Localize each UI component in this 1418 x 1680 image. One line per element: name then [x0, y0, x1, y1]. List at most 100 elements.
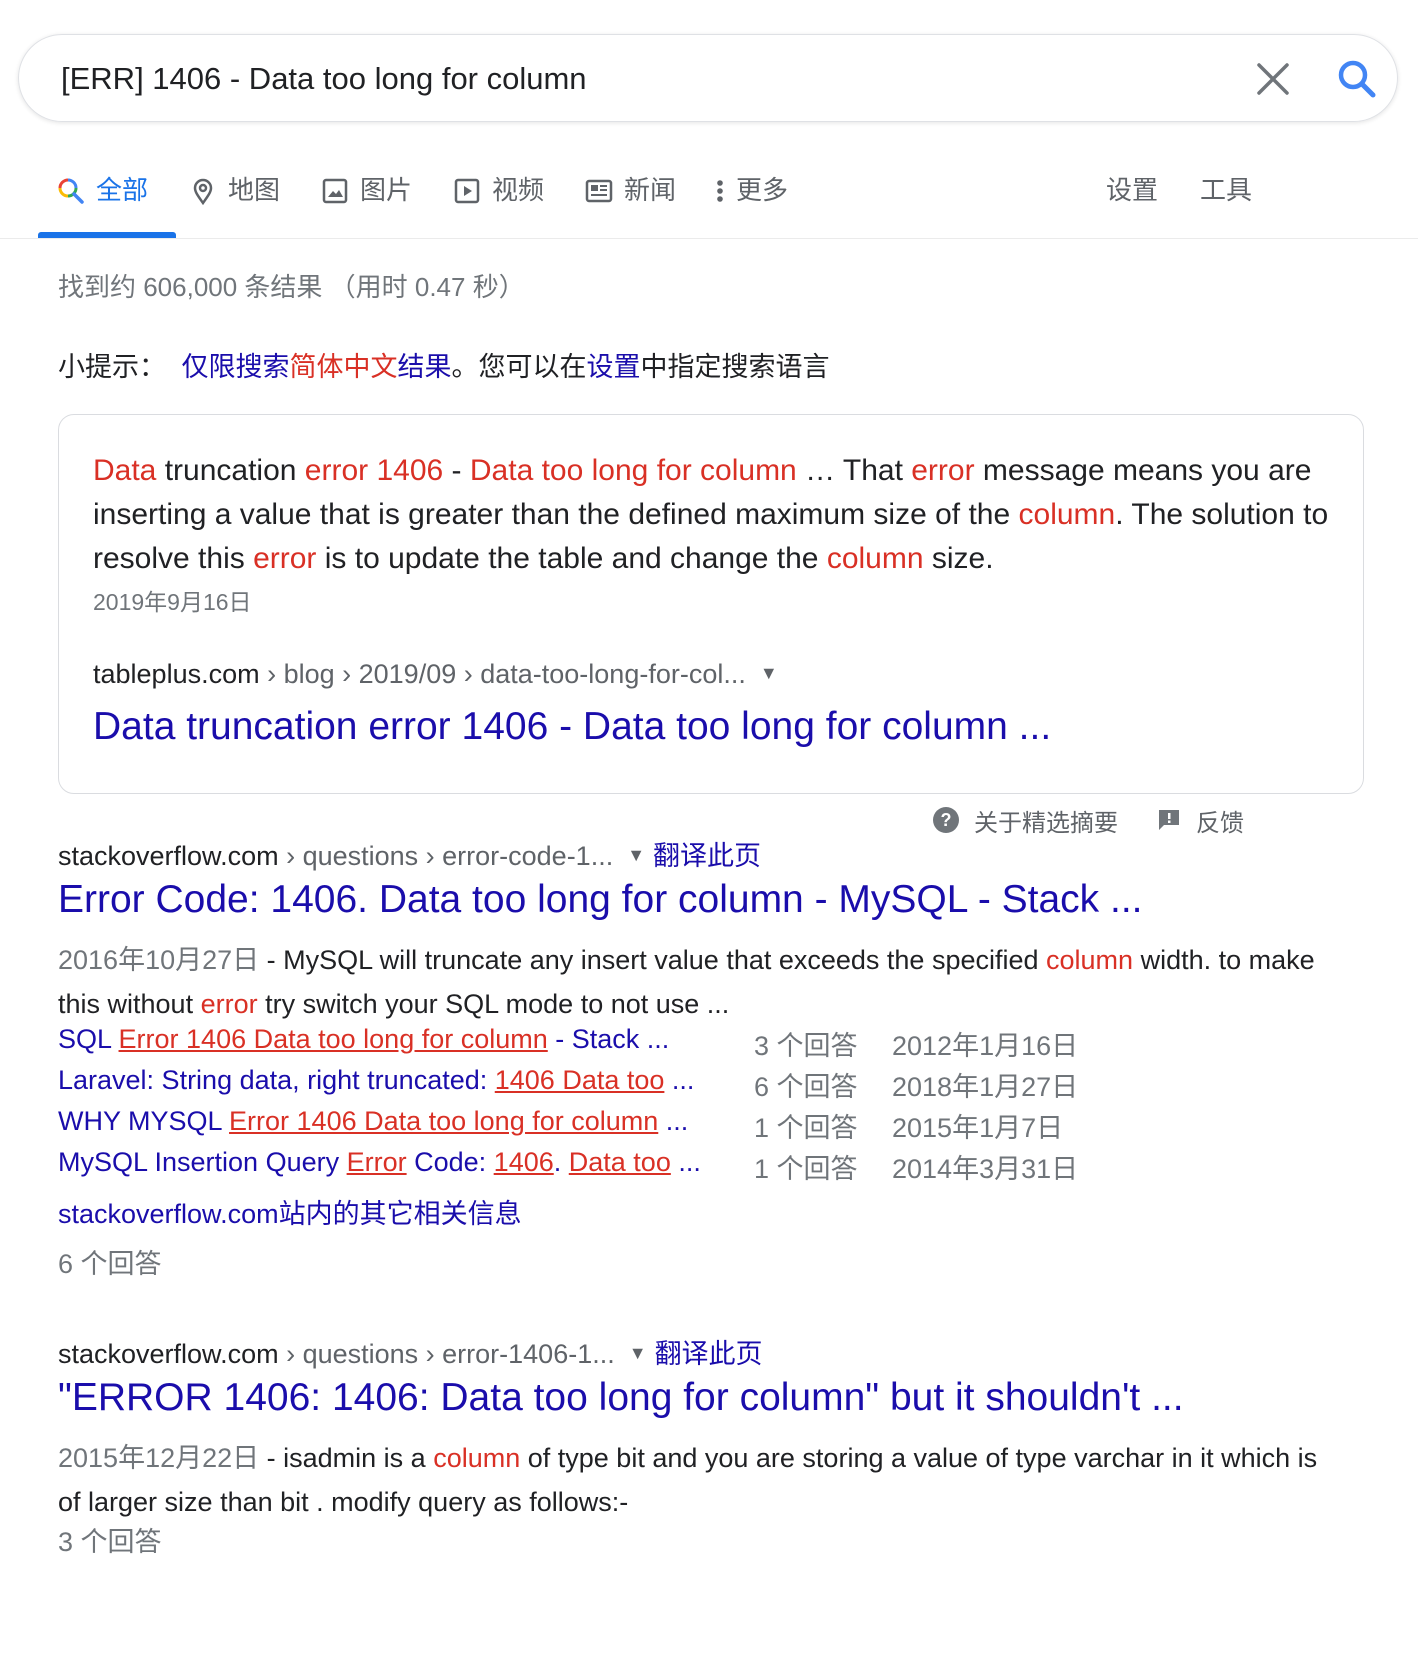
snippet-text: size. — [923, 542, 994, 575]
link-text: 结果 — [397, 352, 452, 382]
featured-snippet-text: Data truncation error 1406 - Data too lo… — [93, 449, 1343, 581]
snippet-text: is to update the table and change the — [316, 542, 827, 575]
sitelink-answer-count: 1 个回答 — [754, 1113, 858, 1143]
feedback-button[interactable]: 反馈 — [1156, 800, 1244, 840]
language-name: 简体中文 — [289, 352, 398, 382]
url-path: › blog › 2019/09 › data-too-long-for-col… — [259, 659, 746, 689]
sitelink-answer-count: 6 个回答 — [754, 1072, 858, 1102]
sitelink-text: WHY MYSQL — [58, 1106, 230, 1136]
tab-label: 全部 — [96, 175, 149, 205]
caret-down-icon[interactable]: ▼ — [627, 845, 645, 865]
sitelink-date: 2012年1月16日 — [892, 1031, 1079, 1061]
search-icon — [1338, 60, 1376, 98]
tip-text: 。您可以在 — [451, 352, 587, 382]
settings-button[interactable]: 设置 — [1106, 170, 1158, 238]
svg-text:?: ? — [941, 810, 952, 830]
url-path: › questions › error-1406-1... — [278, 1339, 615, 1369]
highlighted-term: column — [826, 542, 924, 575]
tab-images[interactable]: 图片 — [320, 170, 412, 238]
featured-snippet: Data truncation error 1406 - Data too lo… — [58, 414, 1364, 794]
highlighted-term: error — [911, 454, 975, 487]
result-stats: 找到约 606,000 条结果 （用时 0.47 秒） — [58, 272, 525, 302]
result-snippet: 2015年12月22日 - isadmin is a column of typ… — [58, 1436, 1318, 1524]
highlighted-term: error — [253, 542, 317, 575]
more-from-site-link[interactable]: stackoverflow.com站内的其它相关信息 — [58, 1192, 522, 1231]
snippet-text: - MySQL will truncate any insert value t… — [259, 945, 1047, 975]
tab-more[interactable]: 更多 — [712, 170, 788, 238]
sitelink[interactable]: SQL Error 1406 Data too long for column … — [58, 1024, 669, 1055]
highlighted-term: error — [200, 989, 258, 1019]
search-input[interactable] — [59, 55, 1213, 103]
search-multicolor-icon — [58, 178, 84, 204]
sitelink-text: ... — [670, 1147, 701, 1177]
restrict-language-link[interactable]: 仅限搜索简体中文结果 — [182, 352, 452, 382]
result-snippet: 2016年10月27日 - MySQL will truncate any in… — [58, 938, 1318, 1026]
video-play-icon — [454, 178, 480, 204]
snippet-text: try switch your SQL mode to not use ... — [257, 989, 730, 1019]
sitelink-date: 2018年1月27日 — [892, 1072, 1079, 1102]
sitelink-text: . — [553, 1147, 569, 1177]
tab-maps[interactable]: 地图 — [188, 170, 280, 238]
sitelink-text: Code: — [406, 1147, 494, 1177]
url-path: › questions › error-code-1... — [278, 841, 614, 871]
link-text: 仅限搜索 — [181, 352, 290, 382]
sitelink-text: Laravel: String data, right truncated: — [58, 1065, 495, 1095]
tip-text: 中指定搜索语言 — [640, 352, 830, 382]
tab-all[interactable]: 全部 — [56, 170, 148, 238]
close-icon — [1257, 63, 1289, 95]
result-date: 2016年10月27日 — [58, 945, 260, 975]
result-title[interactable]: Error Code: 1406. Data too long for colu… — [58, 878, 1143, 922]
highlighted-term: Error 1406 Data too long for column — [118, 1024, 548, 1054]
snippet-text: - — [443, 454, 470, 487]
about-featured-snippets[interactable]: ? 关于精选摘要 — [932, 800, 1118, 840]
tab-label: 地图 — [228, 175, 281, 205]
tab-news[interactable]: 新闻 — [584, 170, 676, 238]
caret-down-icon[interactable]: ▼ — [760, 663, 778, 683]
sitelink-text: ... — [658, 1106, 689, 1136]
sitelink[interactable]: Laravel: String data, right truncated: 1… — [58, 1065, 694, 1096]
search-button[interactable] — [1333, 55, 1381, 103]
tools-label: 工具 — [1200, 175, 1253, 205]
clear-button[interactable] — [1251, 57, 1295, 101]
settings-label: 设置 — [1106, 175, 1159, 205]
about-label: 关于精选摘要 — [974, 809, 1118, 837]
help-icon: ? — [933, 807, 959, 833]
tab-label: 新闻 — [624, 175, 677, 205]
answer-count: 3 个回答 — [58, 1527, 162, 1557]
tab-label: 图片 — [360, 175, 413, 205]
search-box — [18, 34, 1398, 122]
highlighted-term: column — [1018, 498, 1116, 531]
translate-link[interactable]: 翻译此页 — [655, 1339, 763, 1369]
sitelink-text: SQL — [58, 1024, 119, 1054]
language-tip: 小提示： 仅限搜索简体中文结果。您可以在设置中指定搜索语言 — [58, 345, 830, 384]
site-name: tableplus.com — [93, 659, 260, 689]
sitelink-answer-count: 1 个回答 — [754, 1154, 858, 1184]
sitelink-date: 2015年1月7日 — [892, 1113, 1064, 1143]
sitelink-text: MySQL Insertion Query — [58, 1147, 347, 1177]
sitelink-text: - Stack ... — [547, 1024, 670, 1054]
result-breadcrumb: tableplus.com › blog › 2019/09 › data-to… — [93, 659, 778, 690]
result-title[interactable]: "ERROR 1406: 1406: Data too long for col… — [58, 1376, 1184, 1420]
sitelink[interactable]: MySQL Insertion Query Error Code: 1406. … — [58, 1147, 701, 1178]
search-tabs: 全部 地图 图片 视频 新闻 更多 设置 工具 — [0, 170, 1418, 238]
divider — [0, 238, 1418, 239]
sitelink-text: ... — [664, 1065, 695, 1095]
result-breadcrumb: stackoverflow.com › questions › error-co… — [58, 834, 761, 873]
tools-button[interactable]: 工具 — [1200, 170, 1252, 238]
featured-result-title[interactable]: Data truncation error 1406 - Data too lo… — [93, 705, 1051, 749]
featured-snippet-date: 2019年9月16日 — [93, 589, 252, 615]
caret-down-icon[interactable]: ▼ — [629, 1343, 647, 1363]
snippet-text: - isadmin is a — [259, 1443, 434, 1473]
tab-videos[interactable]: 视频 — [452, 170, 544, 238]
highlighted-term: column — [433, 1443, 521, 1473]
highlighted-term: 1406 — [493, 1147, 554, 1177]
image-icon — [322, 178, 348, 204]
sitelink-date: 2014年3月31日 — [892, 1154, 1079, 1184]
translate-link[interactable]: 翻译此页 — [653, 841, 761, 871]
sitelink[interactable]: WHY MYSQL Error 1406 Data too long for c… — [58, 1106, 688, 1137]
feedback-label: 反馈 — [1196, 809, 1244, 837]
settings-link[interactable]: 设置 — [587, 352, 641, 382]
highlighted-term: Error 1406 Data too long for column — [229, 1106, 659, 1136]
result-date: 2015年12月22日 — [58, 1443, 260, 1473]
highlighted-term: Error — [346, 1147, 407, 1177]
